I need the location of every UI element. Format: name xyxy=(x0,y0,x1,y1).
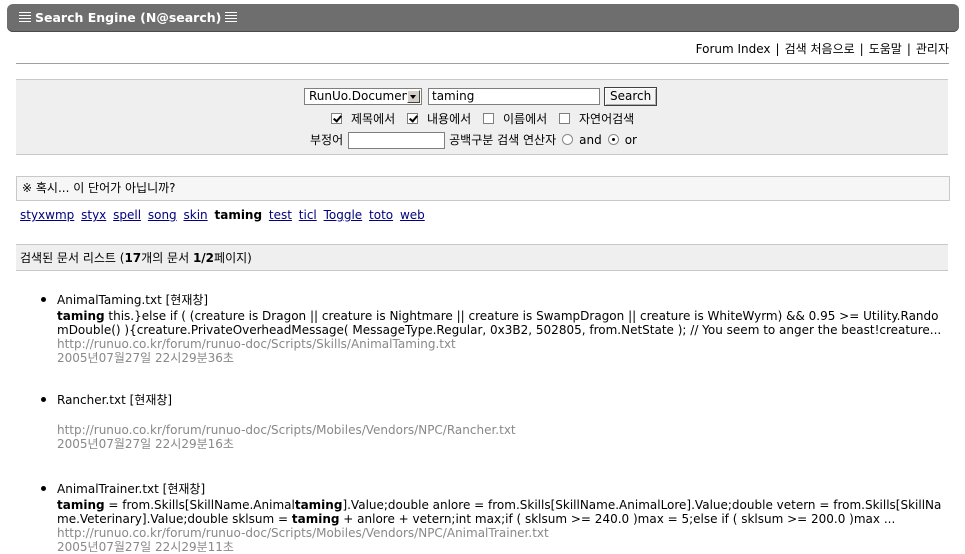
forum-index-link[interactable]: Forum Index xyxy=(696,42,771,56)
and-radio[interactable] xyxy=(562,134,574,145)
result-url: http://runuo.co.kr/forum/runuo-doc/Scrip… xyxy=(57,526,549,540)
list-icon xyxy=(225,12,238,23)
title-option-label: 제목에서 xyxy=(351,112,396,126)
suggestion-link[interactable]: test xyxy=(269,208,292,222)
result-snippet xyxy=(57,409,947,423)
highlight-term: taming xyxy=(294,498,343,512)
suggestion-link[interactable]: skin xyxy=(184,208,208,222)
admin-link[interactable]: 관리자 xyxy=(916,42,949,56)
list-icon xyxy=(19,12,31,23)
result-url: http://runuo.co.kr/forum/runuo-doc/Scrip… xyxy=(57,423,516,437)
result-count: 17 xyxy=(124,251,142,265)
result-title-link[interactable]: AnimalTrainer.txt [현재창] xyxy=(57,481,951,497)
and-label: and xyxy=(579,133,602,147)
search-row: RunUo.Document taming Search xyxy=(304,87,658,107)
suggestion-link[interactable]: web xyxy=(400,208,425,222)
content-checkbox[interactable] xyxy=(407,113,418,124)
operator-label: 공백구분 검색 연산자 xyxy=(449,133,557,147)
page-title: Search Engine (N@search) xyxy=(35,10,222,25)
natural-language-label: 자연어검색 xyxy=(579,112,635,126)
top-nav: Forum Index | 검색 처음으로 | 도움말 | 관리자 xyxy=(696,40,949,57)
suggestion-link[interactable]: styx xyxy=(81,208,106,222)
result-item: AnimalTaming.txt [현재창] taming this.}else … xyxy=(41,292,951,365)
search-button[interactable]: Search xyxy=(604,87,658,106)
highlight-term: taming xyxy=(291,512,340,526)
list-head-suffix: 페이지) xyxy=(214,251,252,265)
result-list: AnimalTaming.txt [현재창] taming this.}else … xyxy=(41,292,951,554)
negative-row: 부정어 공백구분 검색 연산자 and or xyxy=(310,131,637,149)
nav-separator: | xyxy=(906,42,911,56)
title-bar: Search Engine (N@search) xyxy=(7,4,959,32)
suggestion-list: styxwmp styx spell song skin taming test… xyxy=(20,208,428,222)
result-item: AnimalTrainer.txt [현재창] taming = from.Ski… xyxy=(41,481,951,554)
result-url: http://runuo.co.kr/forum/runuo-doc/Scrip… xyxy=(57,337,456,351)
or-radio[interactable] xyxy=(607,134,619,145)
suggestion-link[interactable]: Toggle xyxy=(324,208,363,222)
divider xyxy=(16,63,949,64)
result-item: Rancher.txt [현재창] http://runuo.co.kr/foru… xyxy=(41,392,951,451)
result-date: 2005년07월27일 22시29분36초 xyxy=(57,351,234,365)
search-home-link[interactable]: 검색 처음으로 xyxy=(785,42,855,56)
suggestion-header: ※ 혹시... 이 단어가 아닙니까? xyxy=(16,176,950,201)
result-date: 2005년07월27일 22시29분16초 xyxy=(57,437,234,451)
or-label: or xyxy=(624,133,637,147)
search-options: 제목에서 내용에서 이름에서 자연어검색 xyxy=(331,110,634,127)
title-checkbox[interactable] xyxy=(331,113,342,124)
suggestion-current: taming xyxy=(214,208,263,222)
page-indicator: 1/2 xyxy=(192,251,215,265)
suggestion-link[interactable]: toto xyxy=(369,208,393,222)
natural-language-checkbox[interactable] xyxy=(559,113,570,124)
negative-label: 부정어 xyxy=(310,133,344,147)
content-option-label: 내용에서 xyxy=(427,112,472,126)
result-snippet: taming = from.Skills[SkillName.Animaltam… xyxy=(57,498,942,526)
scope-select[interactable]: RunUo.Document xyxy=(304,88,422,105)
search-form: RunUo.Document taming Search 제목에서 내용에서 이름에… xyxy=(16,79,948,155)
scope-select-value: RunUo.Document xyxy=(309,89,414,103)
name-checkbox[interactable] xyxy=(483,113,494,124)
suggestion-link[interactable]: styxwmp xyxy=(20,208,74,222)
highlight-term: taming xyxy=(57,498,105,512)
search-input[interactable]: taming xyxy=(428,88,600,105)
list-head-mid: 개의 문서 xyxy=(141,251,193,265)
nav-separator: | xyxy=(859,42,864,56)
result-title-link[interactable]: Rancher.txt [현재창] xyxy=(57,392,951,408)
list-head-prefix: 검색된 문서 리스트 ( xyxy=(20,251,125,265)
highlight-term: taming xyxy=(57,309,105,323)
chevron-down-icon[interactable] xyxy=(407,90,420,103)
help-link[interactable]: 도움말 xyxy=(869,42,902,56)
result-snippet: taming this.}else if ( (creature is Drag… xyxy=(57,309,942,337)
suggestion-link[interactable]: spell xyxy=(113,208,141,222)
nav-separator: | xyxy=(775,42,780,56)
result-title-link[interactable]: AnimalTaming.txt [현재창] xyxy=(57,292,951,308)
name-option-label: 이름에서 xyxy=(503,112,548,126)
result-date: 2005년07월27일 22시29분11초 xyxy=(57,540,234,554)
suggestion-link[interactable]: ticl xyxy=(299,208,317,222)
suggestion-link[interactable]: song xyxy=(148,208,177,222)
negative-input[interactable] xyxy=(348,132,446,149)
result-list-header: 검색된 문서 리스트 (17개의 문서 1/2페이지) xyxy=(16,244,948,271)
